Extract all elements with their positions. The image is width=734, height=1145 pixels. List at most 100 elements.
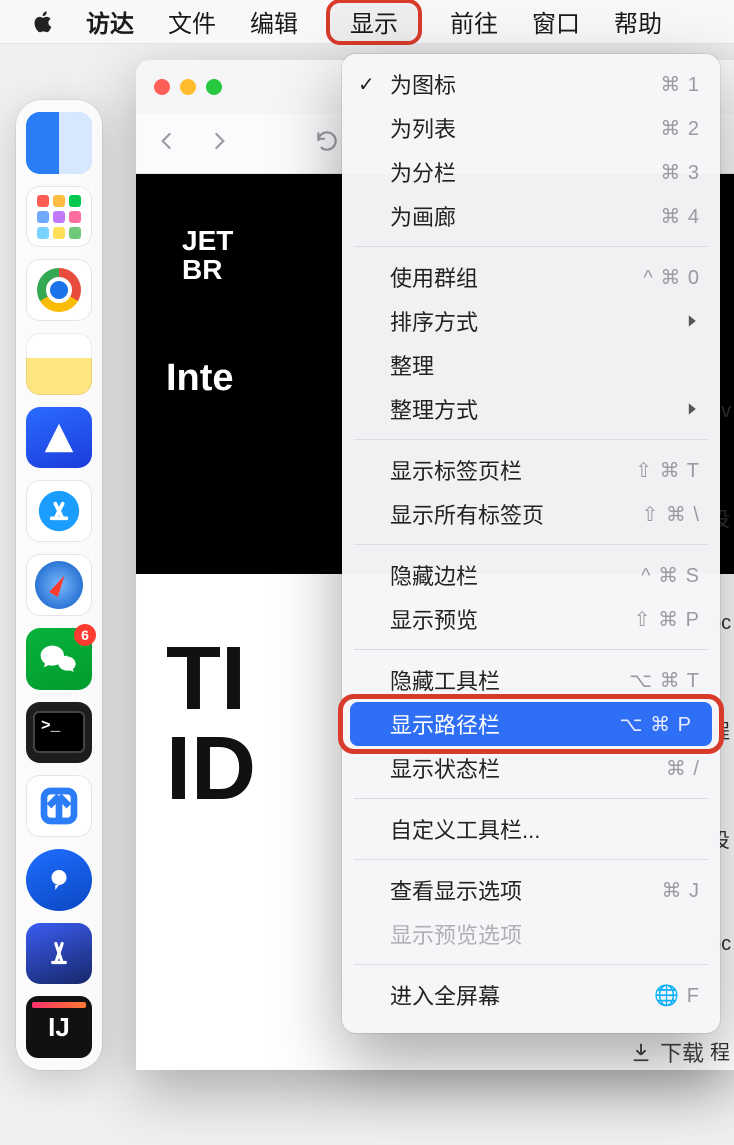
logo-line2: BR [182, 254, 222, 285]
menu-item[interactable]: 显示所有标签页⇧ ⌘ \ [342, 492, 720, 536]
menubar-item-go[interactable]: 前往 [444, 0, 504, 43]
dock-wechat-icon[interactable]: 6 [26, 628, 92, 690]
menu-item-label: 显示标签页栏 [390, 454, 635, 486]
menu-shortcut: ⇧ ⌘ \ [642, 502, 700, 527]
download-button[interactable]: 下载 [630, 1036, 704, 1068]
menubar-item-window[interactable]: 窗口 [526, 0, 586, 43]
menu-separator [354, 544, 708, 545]
menu-shortcut: ⇧ ⌘ T [635, 458, 700, 483]
menubar-item-edit[interactable]: 编辑 [244, 0, 304, 43]
menu-item[interactable]: ✓ 为图标⌘ 1 [342, 62, 720, 106]
back-button[interactable] [154, 128, 180, 159]
menu-shortcut: ⌘ 3 [660, 160, 700, 185]
menu-separator [354, 964, 708, 965]
menu-shortcut: ⌘ / [666, 756, 700, 781]
dock-xcode-icon[interactable] [26, 407, 92, 469]
dock-bubble-icon[interactable] [26, 849, 92, 911]
menu-shortcut: ⌘ 4 [660, 204, 700, 229]
menu-separator [354, 649, 708, 650]
menu-item-label: 隐藏工具栏 [390, 664, 629, 696]
menu-separator [354, 439, 708, 440]
menu-item[interactable]: 显示路径栏⌥ ⌘ P [350, 702, 712, 746]
menubar: 访达 文件 编辑 显示 前往 窗口 帮助 [0, 0, 734, 44]
menu-separator [354, 246, 708, 247]
menu-item-label: 显示状态栏 [390, 752, 666, 784]
menu-item-label: 显示预览 [390, 603, 634, 635]
menu-item-label: 为分栏 [390, 156, 660, 188]
menu-item: 显示预览选项 [342, 912, 720, 956]
dock-appstore-dark-icon[interactable] [26, 923, 92, 985]
menu-item[interactable]: 显示状态栏⌘ / [342, 746, 720, 790]
dock-terminal-icon[interactable]: >_ [26, 702, 92, 764]
menu-item-label: 显示所有标签页 [390, 498, 642, 530]
minimize-icon[interactable] [180, 79, 196, 95]
menubar-app[interactable]: 访达 [80, 0, 140, 43]
check-icon: ✓ [358, 72, 375, 97]
menubar-item-file[interactable]: 文件 [162, 0, 222, 43]
dock-upload-icon[interactable] [26, 775, 92, 837]
menu-shortcut: 🌐 F [654, 983, 700, 1008]
menu-shortcut: ⌘ 1 [660, 72, 700, 97]
menu-item[interactable]: 为列表⌘ 2 [342, 106, 720, 150]
menu-item[interactable]: 使用群组^ ⌘ 0 [342, 255, 720, 299]
menu-item-label: 排序方式 [390, 305, 686, 337]
menu-item-label: 整理方式 [390, 393, 686, 425]
forward-button[interactable] [206, 128, 232, 159]
menu-item-label: 为画廊 [390, 200, 660, 232]
menu-item-label: 显示预览选项 [390, 918, 700, 950]
menu-item[interactable]: 查看显示选项⌘ J [342, 868, 720, 912]
menu-item-label: 使用群组 [390, 261, 643, 293]
dock-appstore-icon[interactable] [26, 480, 92, 542]
menu-item[interactable]: 为分栏⌘ 3 [342, 150, 720, 194]
menu-shortcut: ^ ⌘ S [641, 563, 700, 588]
menu-item-label: 查看显示选项 [390, 874, 661, 906]
menu-item-label: 自定义工具栏... [390, 813, 700, 845]
dock-launchpad-icon[interactable] [26, 186, 92, 248]
menubar-item-help[interactable]: 帮助 [608, 0, 668, 43]
logo-line1: JET [182, 225, 233, 256]
menu-shortcut: ^ ⌘ 0 [643, 265, 700, 290]
dock-notes-icon[interactable] [26, 333, 92, 395]
dock-chrome-icon[interactable] [26, 259, 92, 321]
menu-separator [354, 798, 708, 799]
menu-item-label: 为图标 [390, 68, 660, 100]
close-icon[interactable] [154, 79, 170, 95]
zoom-icon[interactable] [206, 79, 222, 95]
jetbrains-logo: JET BR [166, 214, 249, 297]
menu-shortcut: ⌘ J [661, 878, 700, 903]
wechat-badge: 6 [74, 624, 96, 646]
chevron-right-icon [686, 396, 700, 422]
download-label: 下载 [660, 1036, 704, 1068]
menu-item-label: 显示路径栏 [390, 708, 620, 740]
menu-item[interactable]: 排序方式 [342, 299, 720, 343]
dock-safari-icon[interactable] [26, 554, 92, 616]
menu-shortcut: ⌥ ⌘ T [629, 668, 700, 693]
chevron-right-icon [686, 308, 700, 334]
menu-item[interactable]: 整理方式 [342, 387, 720, 431]
reload-button[interactable] [314, 128, 340, 159]
menu-item[interactable]: 整理 [342, 343, 720, 387]
view-menu-dropdown: ✓为图标⌘ 1为列表⌘ 2为分栏⌘ 3为画廊⌘ 4使用群组^ ⌘ 0排序方式整理… [342, 54, 720, 1033]
menu-item[interactable]: 进入全屏幕🌐 F [342, 973, 720, 1017]
menu-item[interactable]: 隐藏边栏^ ⌘ S [342, 553, 720, 597]
dock-finder-icon[interactable] [26, 112, 92, 174]
dock-intellij-icon[interactable]: IJ [26, 996, 92, 1058]
traffic-lights [154, 79, 222, 95]
apple-icon[interactable] [30, 8, 58, 36]
menu-item[interactable]: 显示预览⇧ ⌘ P [342, 597, 720, 641]
menu-item[interactable]: 显示标签页栏⇧ ⌘ T [342, 448, 720, 492]
menu-item-label: 为列表 [390, 112, 660, 144]
menu-item-label: 进入全屏幕 [390, 979, 654, 1011]
menu-item[interactable]: 自定义工具栏... [342, 807, 720, 851]
menu-shortcut: ⇧ ⌘ P [634, 607, 700, 632]
menu-item[interactable]: 为画廊⌘ 4 [342, 194, 720, 238]
menu-separator [354, 859, 708, 860]
menu-item-label: 隐藏边栏 [390, 559, 641, 591]
menu-item[interactable]: 隐藏工具栏⌥ ⌘ T [342, 658, 720, 702]
menu-shortcut: ⌘ 2 [660, 116, 700, 141]
menu-shortcut: ⌥ ⌘ P [620, 712, 693, 737]
sliver-text: 程 [710, 1036, 734, 1065]
dock: 6 >_ IJ [16, 100, 102, 1070]
menu-item-label: 整理 [390, 349, 700, 381]
menubar-item-view[interactable]: 显示 [326, 0, 422, 45]
